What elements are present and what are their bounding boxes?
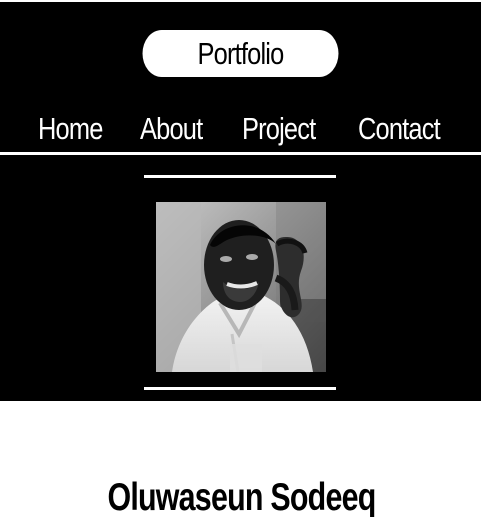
decorative-top-rule [144, 175, 336, 178]
nav-link-contact[interactable]: Contact [358, 106, 441, 152]
nav-link-about[interactable]: About [140, 106, 203, 152]
brand-label: Portfolio [197, 35, 285, 71]
nav-link-project[interactable]: Project [242, 106, 316, 152]
profile-photo [156, 202, 326, 372]
main-navigation: Home About Project Contact [0, 106, 483, 152]
decorative-bottom-rule [144, 387, 336, 390]
name-section: Oluwaseun Sodeeq [0, 401, 483, 517]
site-header: Portfolio Home About Project Contact [0, 2, 483, 152]
portfolio-brand-pill[interactable]: Portfolio [142, 30, 339, 77]
profile-name: Oluwaseun Sodeeq [107, 476, 376, 517]
portfolio-page: Portfolio Home About Project Contact Olu… [0, 0, 483, 517]
profile-hero [0, 155, 483, 401]
nav-link-home[interactable]: Home [38, 106, 103, 152]
profile-photo-icon [156, 202, 326, 372]
